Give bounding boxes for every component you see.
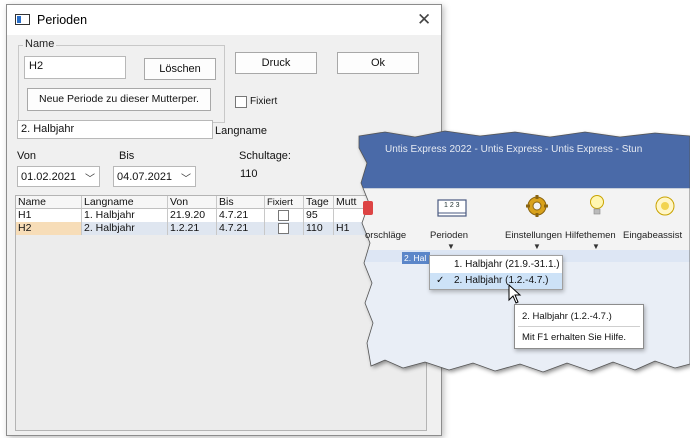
menu-item-label: 1. Halbjahr (21.9.-31.1.) xyxy=(454,259,560,270)
grid-cell-longname[interactable]: 2. Halbjahr xyxy=(82,222,168,235)
menu-item-label: 2. Halbjahr (1.2.-4.7.) xyxy=(454,275,549,286)
calendar-icon[interactable]: 1 2 3 xyxy=(437,199,467,217)
grid-cell-name[interactable]: H2 xyxy=(16,222,82,235)
tooltip-divider xyxy=(518,326,640,327)
chevron-down-icon[interactable]: ﹀ xyxy=(85,170,95,185)
dialog-title: Perioden xyxy=(37,13,88,27)
chevron-down-icon[interactable]: ▼ xyxy=(533,242,541,251)
perioden-dropdown-menu: 1. Halbjahr (21.9.-31.1.) ✓ 2. Halbjahr … xyxy=(429,255,563,290)
to-date-picker[interactable]: 04.07.2021 ﹀ xyxy=(113,166,196,187)
grid-cell-from[interactable]: 21.9.20 xyxy=(168,209,217,222)
ribbon-suggestions-label[interactable]: orschläge xyxy=(365,230,406,241)
dialog-titlebar: Perioden ✕ xyxy=(7,5,441,35)
ribbon-perioden-button[interactable]: Perioden xyxy=(430,230,468,241)
grid-cell-longname[interactable]: 1. Halbjahr xyxy=(82,209,168,222)
from-label: Von xyxy=(17,150,36,162)
grid-cell-days[interactable]: 95 xyxy=(304,209,334,222)
calendar-icon-text: 1 2 3 xyxy=(444,202,460,209)
grid-header-to[interactable]: Bis xyxy=(217,196,265,209)
tooltip: 2. Halbjahr (1.2.-4.7.) Mit F1 erhalten … xyxy=(514,304,644,349)
from-date-picker[interactable]: 01.02.2021 ﹀ xyxy=(17,166,100,187)
menu-item-period-h1[interactable]: 1. Halbjahr (21.9.-31.1.) xyxy=(430,257,562,273)
grid-cell-from[interactable]: 1.2.21 xyxy=(168,222,217,235)
window-app-icon xyxy=(15,14,30,25)
new-period-button[interactable]: Neue Periode zu dieser Mutterper. xyxy=(27,88,211,111)
lightbulb-icon[interactable] xyxy=(589,194,605,218)
tooltip-title: 2. Halbjahr (1.2.-4.7.) xyxy=(522,311,612,322)
grid-header-longname[interactable]: Langname xyxy=(82,196,168,209)
untis-express-window: Untis Express 2022 - Untis Express - Unt… xyxy=(345,128,690,378)
gear-icon[interactable] xyxy=(525,194,549,218)
tooltip-help: Mit F1 erhalten Sie Hilfe. xyxy=(522,332,627,343)
chevron-down-icon[interactable]: ﹀ xyxy=(181,170,191,185)
close-icon[interactable]: ✕ xyxy=(417,10,431,30)
frozen-row-checkbox[interactable] xyxy=(278,223,289,234)
ok-button[interactable]: Ok xyxy=(337,52,419,74)
from-date-value: 01.02.2021 xyxy=(21,171,77,183)
frozen-label: Fixiert xyxy=(250,96,278,107)
ribbon-input-assistant-button[interactable]: Eingabeassist xyxy=(623,230,682,241)
mouse-pointer-icon xyxy=(508,284,522,304)
grid-header-frozen[interactable]: Fixiert xyxy=(265,196,304,209)
period-chip[interactable]: 2. Hal xyxy=(402,252,430,264)
untis-window-title: Untis Express 2022 - Untis Express - Unt… xyxy=(385,144,643,155)
ribbon-help-topics-button[interactable]: Hilfethemen xyxy=(565,230,616,241)
grid-cell-frozen[interactable] xyxy=(265,222,304,235)
delete-button[interactable]: Löschen xyxy=(144,58,216,80)
name-group-label: Name xyxy=(23,38,57,50)
grid-header-days[interactable]: Tage xyxy=(304,196,334,209)
assistant-icon[interactable] xyxy=(654,195,676,217)
grid-cell-to[interactable]: 4.7.21 xyxy=(217,222,265,235)
long-name-input[interactable]: 2. Halbjahr xyxy=(17,120,213,139)
grid-cell-frozen[interactable] xyxy=(265,209,304,222)
grid-cell-days[interactable]: 110 xyxy=(304,222,334,235)
suggestions-icon xyxy=(363,201,373,215)
school-days-value: 110 xyxy=(240,168,258,180)
frozen-checkbox[interactable] xyxy=(235,96,247,108)
grid-header-from[interactable]: Von xyxy=(168,196,217,209)
print-button[interactable]: Druck xyxy=(235,52,317,74)
long-name-label: Langname xyxy=(215,125,267,137)
grid-header-name[interactable]: Name xyxy=(16,196,82,209)
menu-item-period-h2[interactable]: ✓ 2. Halbjahr (1.2.-4.7.) xyxy=(430,273,562,289)
name-input[interactable]: H2 xyxy=(24,56,126,79)
ribbon-settings-button[interactable]: Einstellungen xyxy=(505,230,562,241)
chevron-down-icon[interactable]: ▼ xyxy=(592,242,600,251)
school-days-label: Schultage: xyxy=(239,150,291,162)
check-icon: ✓ xyxy=(436,275,445,286)
chevron-down-icon[interactable]: ▼ xyxy=(447,242,455,251)
grid-cell-name[interactable]: H1 xyxy=(16,209,82,222)
to-date-value: 04.07.2021 xyxy=(117,171,173,183)
grid-cell-to[interactable]: 4.7.21 xyxy=(217,209,265,222)
frozen-row-checkbox[interactable] xyxy=(278,210,289,221)
to-label: Bis xyxy=(119,150,135,162)
